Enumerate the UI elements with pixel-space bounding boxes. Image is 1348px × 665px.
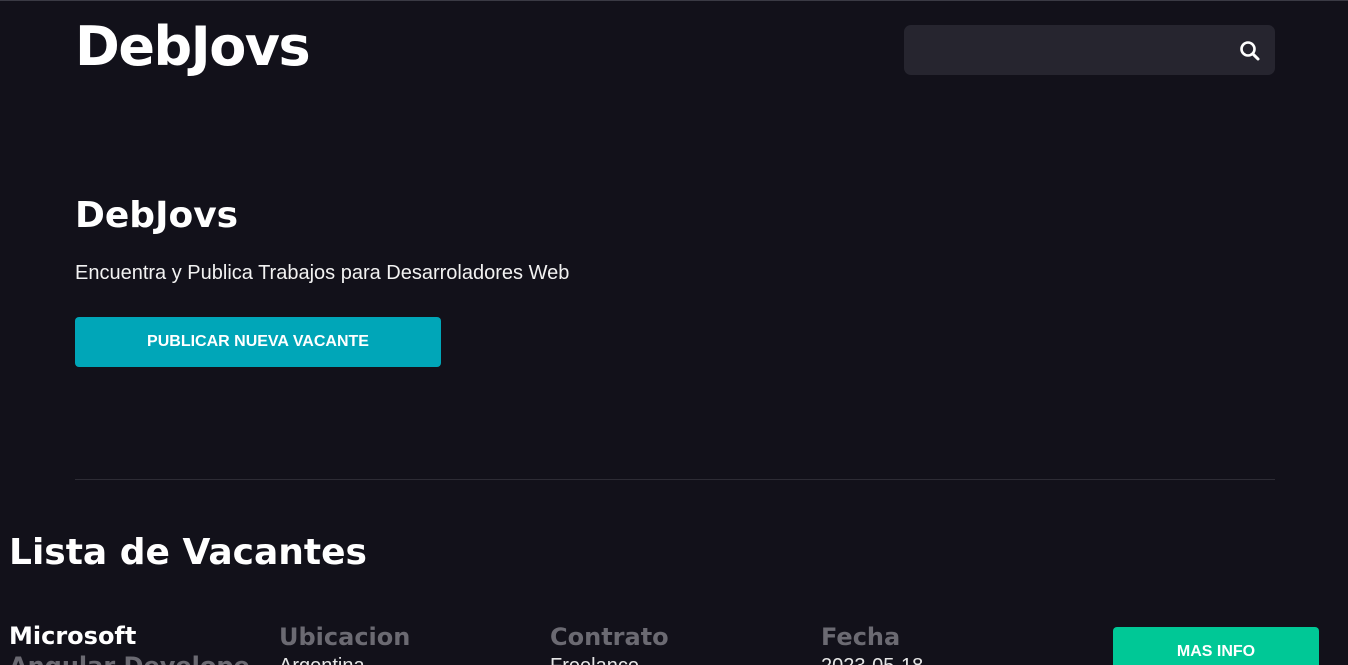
hero-subtitle: Encuentra y Publica Trabajos para Desarr…	[75, 262, 570, 284]
job-date-label: Fecha	[821, 623, 901, 651]
top-border	[0, 0, 1348, 1]
section-divider	[75, 479, 1275, 480]
hero-title: DebJovs	[75, 195, 239, 236]
search-icon[interactable]	[1238, 39, 1262, 63]
job-contract-label: Contrato	[550, 623, 669, 651]
publish-vacancy-button[interactable]: PUBLICAR NUEVA VACANTE	[75, 317, 441, 367]
vacancies-title: Lista de Vacantes	[9, 532, 367, 573]
search-input[interactable]	[904, 25, 1224, 75]
job-location-value: Argentina	[279, 653, 365, 665]
search-bar[interactable]	[904, 25, 1275, 75]
site-logo[interactable]: DebJovs	[75, 14, 311, 80]
job-location-label: Ubicacion	[279, 623, 411, 651]
job-date-value: 2023-05-18	[821, 653, 923, 665]
job-contract-value: Freelance	[550, 653, 639, 665]
more-info-button[interactable]: MAS INFO	[1113, 627, 1319, 665]
job-title: Angular Developer	[9, 651, 249, 665]
job-company: Microsoft	[9, 622, 137, 650]
